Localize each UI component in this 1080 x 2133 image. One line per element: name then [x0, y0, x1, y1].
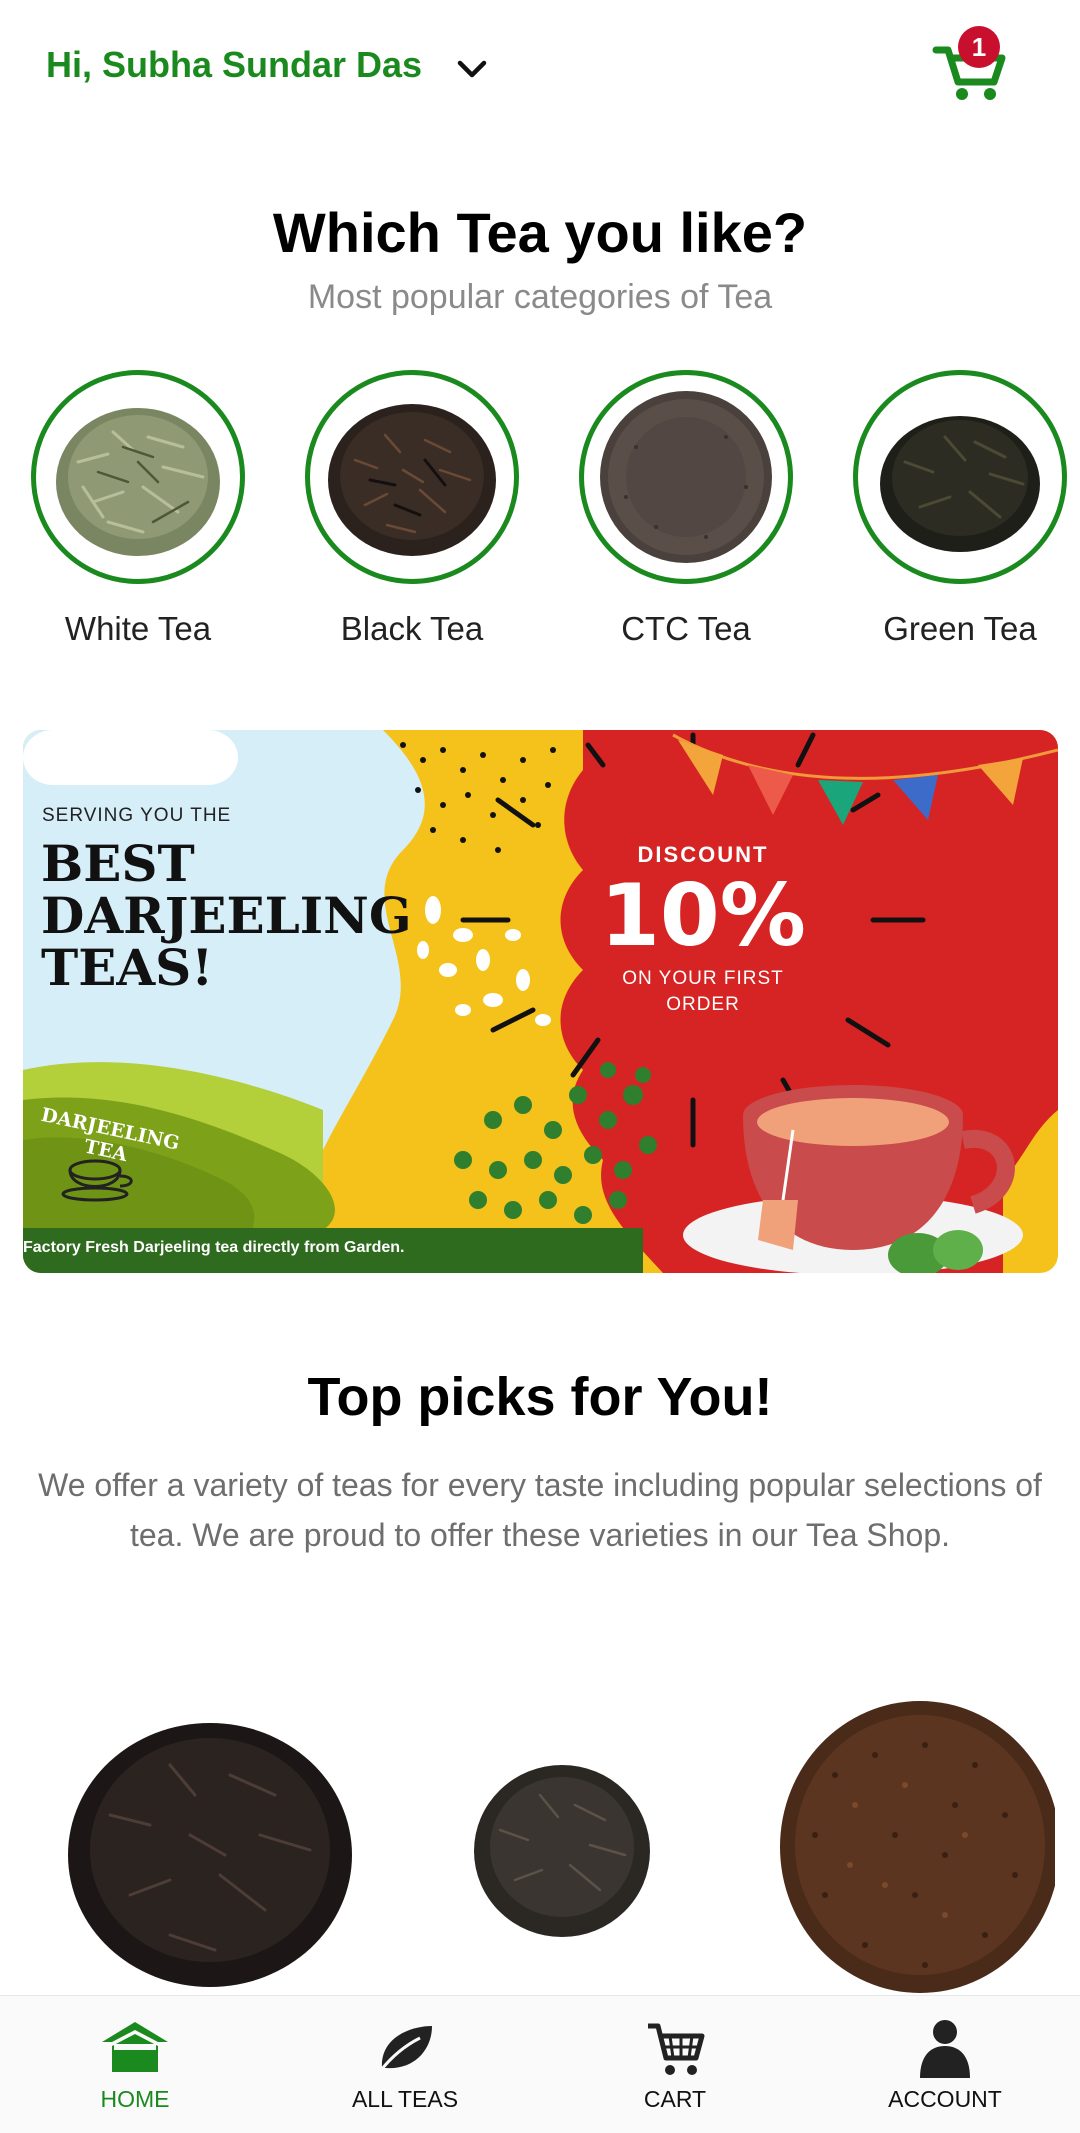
banner-headline-line2: DARJEELING: [41, 886, 412, 945]
category-label: CTC Tea: [621, 610, 751, 647]
banner-headline-line3: TEAS!: [41, 938, 214, 997]
cart-icon: [648, 2023, 705, 2075]
cart-count-badge: 1: [958, 26, 1000, 68]
bottom-navigation: HOME ALL TEAS CART ACCOUNT: [0, 1995, 1080, 2133]
product-card-1[interactable]: [60, 1705, 360, 2000]
nav-all-teas[interactable]: ALL TEAS: [270, 1996, 540, 2133]
home-icon: [102, 2022, 168, 2072]
nav-label: CART: [643, 2086, 707, 2112]
category-label: Black Tea: [340, 610, 484, 647]
product-card-3[interactable]: [775, 1695, 1060, 2000]
categories-title: Which Tea you like?: [272, 201, 808, 264]
category-image: [305, 370, 519, 584]
product-image: [780, 1701, 1060, 1993]
category-green-tea[interactable]: Green Tea: [853, 370, 1067, 648]
category-label: Green Tea: [883, 610, 1037, 647]
category-image: [579, 370, 793, 584]
banner-offer-line2: ORDER: [666, 994, 740, 1015]
banner-offer-text: ON YOUR FIRST ORDER: [583, 966, 823, 1018]
picks-title: Top picks for You!: [307, 1367, 773, 1427]
nav-label: ALL TEAS: [351, 2086, 459, 2112]
picks-description: We offer a variety of teas for every tas…: [38, 1467, 1042, 1553]
category-image: [853, 370, 1067, 584]
banner-headline-line1: BEST: [41, 834, 195, 893]
nav-home[interactable]: HOME: [0, 1996, 270, 2133]
leaf-icon: [376, 2026, 432, 2075]
nav-cart[interactable]: CART: [540, 1996, 810, 2133]
banner-offer-line1: ON YOUR FIRST: [622, 968, 784, 989]
category-ctc-tea[interactable]: CTC Tea: [579, 370, 793, 648]
category-label: White Tea: [64, 610, 212, 647]
product-card-2[interactable]: [470, 1755, 655, 1950]
nav-label: HOME: [100, 2086, 170, 2112]
banner-discount-label: DISCOUNT: [637, 842, 769, 867]
banner-discount-value: 10%: [600, 866, 806, 966]
nav-account[interactable]: ACCOUNT: [810, 1996, 1080, 2133]
chevron-down-icon[interactable]: [452, 50, 492, 90]
product-image: [68, 1723, 352, 1987]
category-black-tea[interactable]: Black Tea: [305, 370, 519, 648]
banner-footer-text: Factory Fresh Darjeeling tea directly fr…: [23, 1239, 405, 1256]
app-header: Hi, Subha Sundar Das 1: [0, 0, 1080, 140]
categories-subtitle: Most popular categories of Tea: [307, 278, 773, 316]
user-greeting[interactable]: Hi, Subha Sundar Das: [46, 44, 422, 86]
banner-serving-text: SERVING YOU THE: [42, 805, 232, 826]
product-image: [474, 1765, 650, 1937]
promo-banner[interactable]: SERVING YOU THE BEST DARJEELING TEAS! DA…: [23, 730, 1058, 1273]
nav-label: ACCOUNT: [888, 2086, 1002, 2112]
category-white-tea[interactable]: White Tea: [31, 370, 245, 648]
account-icon: [920, 2020, 970, 2078]
category-image: [31, 370, 245, 584]
banner-headline: BEST DARJEELING TEAS!: [41, 838, 412, 994]
